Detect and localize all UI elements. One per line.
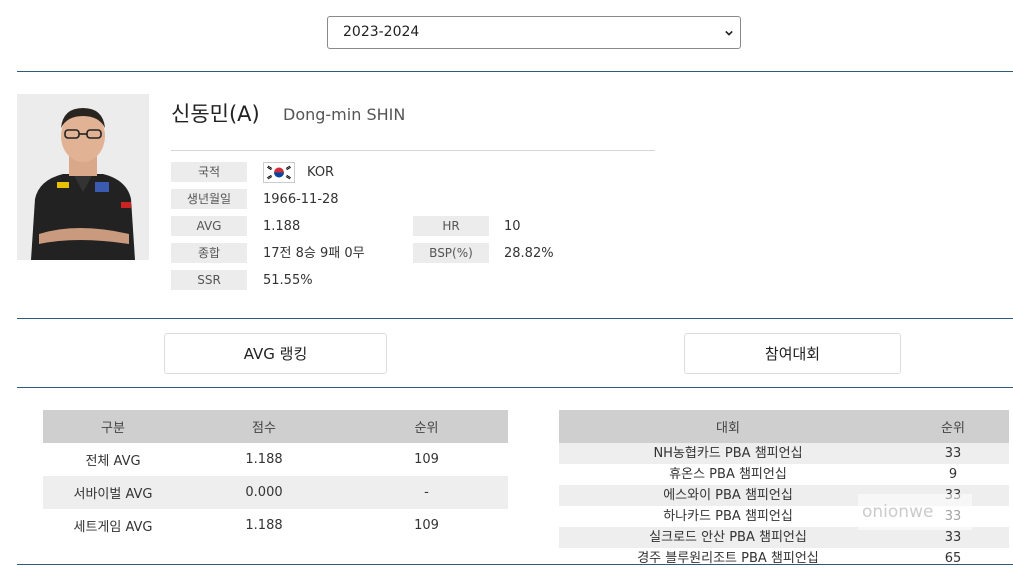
avg-table: 구분 점수 순위 전체 AVG 1.188 109 서바이벌 AVG 0.000… bbox=[43, 410, 508, 542]
table-cell: 1.188 bbox=[245, 518, 283, 533]
tournament-name: 하나카드 PBA 챔피언십 bbox=[663, 509, 793, 524]
bsp-label: BSP(%) bbox=[413, 243, 489, 263]
column-header: 순위 bbox=[897, 410, 1009, 443]
hr-value: 10 bbox=[504, 219, 521, 234]
korea-flag-icon bbox=[263, 162, 295, 183]
section-divider bbox=[17, 71, 1013, 72]
season-selected-value: 2023-2024 bbox=[343, 24, 420, 40]
column-header: 대회 bbox=[559, 410, 897, 443]
ssr-label: SSR bbox=[171, 270, 247, 290]
tournament-table: 대회 순위 NH농협카드 PBA 챔피언십 33 휴온스 PBA 챔피언십 9 … bbox=[559, 410, 1009, 569]
tournament-rank: 33 bbox=[897, 443, 1009, 464]
avg-value: 1.188 bbox=[263, 219, 301, 234]
tournament-rank: 33 bbox=[897, 527, 1009, 548]
section-divider bbox=[17, 318, 1013, 319]
season-select[interactable]: 2023-2024 bbox=[327, 16, 741, 49]
chevron-down-icon bbox=[725, 30, 733, 36]
nationality-label: 국적 bbox=[171, 162, 247, 182]
table-row[interactable]: NH농협카드 PBA 챔피언십 33 bbox=[559, 443, 1009, 464]
column-header: 순위 bbox=[345, 410, 508, 443]
table-cell: 109 bbox=[414, 452, 439, 467]
nationality-value: KOR bbox=[307, 165, 335, 180]
name-divider bbox=[171, 150, 655, 151]
tournaments-button[interactable]: 참여대회 bbox=[684, 333, 901, 374]
table-cell: 세트게임 AVG bbox=[73, 520, 153, 535]
player-photo bbox=[17, 94, 149, 260]
table-row: 세트게임 AVG 1.188 109 bbox=[43, 509, 508, 542]
avg-ranking-button[interactable]: AVG 랭킹 bbox=[164, 333, 387, 374]
record-value: 17전 8승 9패 0무 bbox=[263, 246, 365, 261]
player-name-korean: 신동민(A) bbox=[171, 102, 260, 126]
bsp-value: 28.82% bbox=[504, 246, 554, 261]
table-cell: 전체 AVG bbox=[85, 454, 141, 469]
column-header: 구분 bbox=[43, 410, 183, 443]
birthdate-value: 1966-11-28 bbox=[263, 192, 339, 207]
section-divider bbox=[17, 387, 1013, 388]
tournament-name: 휴온스 PBA 챔피언십 bbox=[669, 467, 787, 482]
tournament-rank: 9 bbox=[948, 467, 958, 482]
section-divider bbox=[17, 564, 1013, 565]
column-header: 점수 bbox=[183, 410, 345, 443]
tournament-name: 경주 블루원리조트 PBA 챔피언십 bbox=[637, 551, 819, 566]
table-cell: - bbox=[345, 476, 508, 509]
table-cell: 0.000 bbox=[183, 476, 345, 509]
hr-label: HR bbox=[413, 216, 489, 236]
ssr-value: 51.55% bbox=[263, 273, 313, 288]
avg-label: AVG bbox=[171, 216, 247, 236]
tournament-name: NH농협카드 PBA 챔피언십 bbox=[559, 443, 897, 464]
tournament-rank: 65 bbox=[944, 551, 962, 566]
table-row[interactable]: 휴온스 PBA 챔피언십 9 bbox=[559, 464, 1009, 485]
player-name-english: Dong-min SHIN bbox=[283, 105, 406, 124]
watermark: onionwe bbox=[858, 494, 972, 530]
table-cell: 서바이벌 AVG bbox=[43, 476, 183, 509]
table-cell: 109 bbox=[414, 518, 439, 533]
table-row[interactable]: 실크로드 안산 PBA 챔피언십 33 bbox=[559, 527, 1009, 548]
table-row[interactable]: 경주 블루원리조트 PBA 챔피언십 65 bbox=[559, 548, 1009, 569]
tournament-name: 에스와이 PBA 챔피언십 bbox=[559, 485, 897, 506]
table-cell: 1.188 bbox=[245, 452, 283, 467]
tournament-name: 실크로드 안산 PBA 챔피언십 bbox=[559, 527, 897, 548]
birthdate-label: 생년월일 bbox=[171, 189, 247, 209]
record-label: 종합 bbox=[171, 243, 247, 263]
table-row: 전체 AVG 1.188 109 bbox=[43, 443, 508, 476]
table-row: 서바이벌 AVG 0.000 - bbox=[43, 476, 508, 509]
